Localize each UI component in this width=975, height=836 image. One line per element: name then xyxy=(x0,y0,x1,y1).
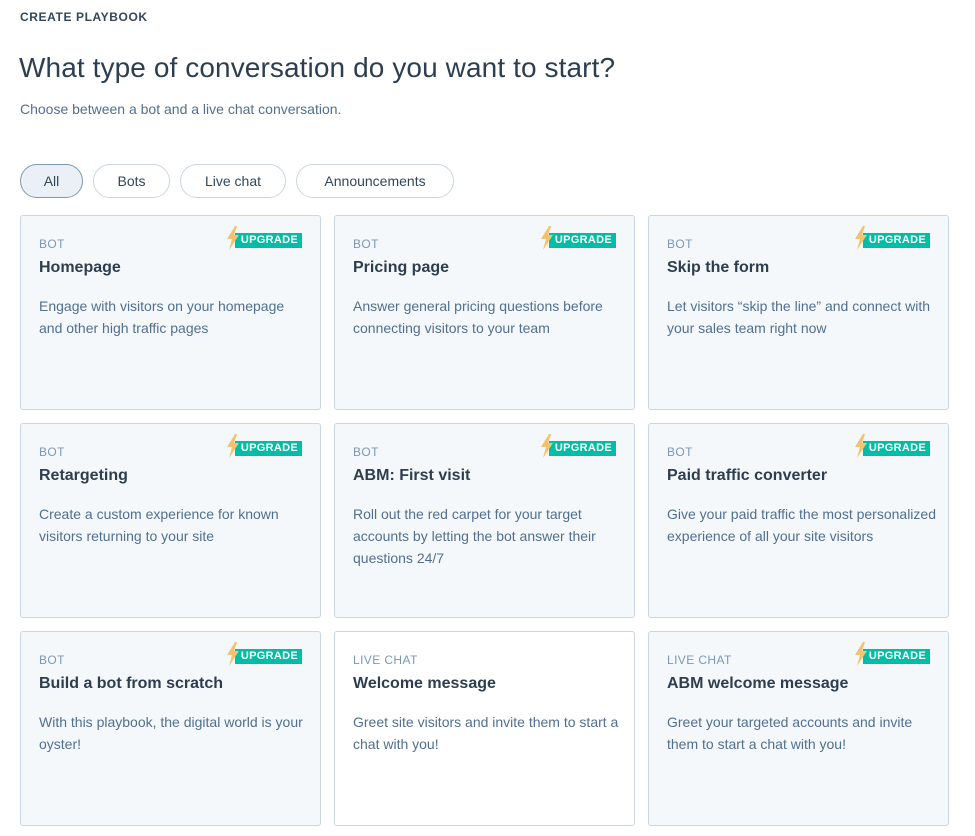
card-name: Skip the form xyxy=(667,259,770,276)
card-name: Build a bot from scratch xyxy=(39,675,224,692)
upgrade-badge: UPGRADE xyxy=(225,225,302,250)
lightning-bolt-icon xyxy=(540,225,553,250)
playbook-card-pricing-page[interactable]: UPGRADE BOT Pricing page Answer general … xyxy=(334,215,635,410)
filter-pills: All Bots Live chat Announcements xyxy=(20,164,454,198)
playbook-grid: UPGRADE BOT Homepage Engage with visitor… xyxy=(20,215,950,826)
upgrade-label: UPGRADE xyxy=(234,441,302,456)
upgrade-label: UPGRADE xyxy=(862,441,930,456)
playbook-card-build-a-bot-from-scratch[interactable]: UPGRADE BOT Build a bot from scratch Wit… xyxy=(20,631,321,826)
lightning-bolt-icon xyxy=(540,433,553,458)
upgrade-badge: UPGRADE xyxy=(539,433,616,458)
upgrade-label: UPGRADE xyxy=(548,441,616,456)
playbook-card-abm-welcome-message[interactable]: UPGRADE LIVE CHAT ABM welcome message Gr… xyxy=(648,631,949,826)
playbook-card-welcome-message[interactable]: LIVE CHAT Welcome message Greet site vis… xyxy=(334,631,635,826)
card-name: Paid traffic converter xyxy=(667,467,828,484)
card-name: Pricing page xyxy=(353,259,450,276)
lightning-bolt-icon xyxy=(226,641,239,666)
card-description: Answer general pricing questions before … xyxy=(353,298,603,336)
card-description: With this playbook, the digital world is… xyxy=(39,714,303,752)
card-description: Roll out the red carpet for your target … xyxy=(353,506,596,566)
card-name: Welcome message xyxy=(353,675,496,692)
filter-live-chat-pill[interactable]: Live chat xyxy=(180,164,286,198)
lightning-bolt-icon xyxy=(854,641,867,666)
lightning-bolt-icon xyxy=(854,433,867,458)
upgrade-badge: UPGRADE xyxy=(853,641,930,666)
filter-bots-pill[interactable]: Bots xyxy=(93,164,170,198)
card-description: Let visitors “skip the line” and connect… xyxy=(667,298,931,336)
card-description: Greet site visitors and invite them to s… xyxy=(353,714,619,752)
lightning-bolt-icon xyxy=(226,433,239,458)
card-name: ABM: First visit xyxy=(353,467,471,484)
playbook-card-skip-the-form[interactable]: UPGRADE BOT Skip the form Let visitors “… xyxy=(648,215,949,410)
upgrade-badge: UPGRADE xyxy=(225,433,302,458)
upgrade-label: UPGRADE xyxy=(234,649,302,664)
card-name: Homepage xyxy=(39,259,121,276)
card-name: ABM welcome message xyxy=(667,675,849,692)
lightning-bolt-icon xyxy=(854,225,867,250)
filter-announcements-pill[interactable]: Announcements xyxy=(296,164,454,198)
page-title: What type of conversation do you want to… xyxy=(19,52,616,83)
filter-all-pill[interactable]: All xyxy=(20,164,83,198)
card-description: Engage with visitors on your homepage an… xyxy=(39,298,285,336)
upgrade-label: UPGRADE xyxy=(548,233,616,248)
page-eyebrow: CREATE PLAYBOOK xyxy=(20,10,148,24)
upgrade-badge: UPGRADE xyxy=(225,641,302,666)
upgrade-badge: UPGRADE xyxy=(853,433,930,458)
playbook-card-paid-traffic-converter[interactable]: UPGRADE BOT Paid traffic converter Give … xyxy=(648,423,949,618)
upgrade-badge: UPGRADE xyxy=(539,225,616,250)
card-kind: LIVE CHAT xyxy=(353,653,418,667)
card-description: Give your paid traffic the most personal… xyxy=(667,506,936,544)
upgrade-label: UPGRADE xyxy=(862,233,930,248)
playbook-card-retargeting[interactable]: UPGRADE BOT Retargeting Create a custom … xyxy=(20,423,321,618)
upgrade-label: UPGRADE xyxy=(862,649,930,664)
card-name: Retargeting xyxy=(39,467,128,484)
upgrade-badge: UPGRADE xyxy=(853,225,930,250)
upgrade-label: UPGRADE xyxy=(234,233,302,248)
lightning-bolt-icon xyxy=(226,225,239,250)
playbook-card-abm-first-visit[interactable]: UPGRADE BOT ABM: First visit Roll out th… xyxy=(334,423,635,618)
playbook-card-homepage[interactable]: UPGRADE BOT Homepage Engage with visitor… xyxy=(20,215,321,410)
page-subtitle: Choose between a bot and a live chat con… xyxy=(20,101,342,117)
card-description: Create a custom experience for known vis… xyxy=(39,506,279,544)
card-description: Greet your targeted accounts and invite … xyxy=(667,714,913,752)
